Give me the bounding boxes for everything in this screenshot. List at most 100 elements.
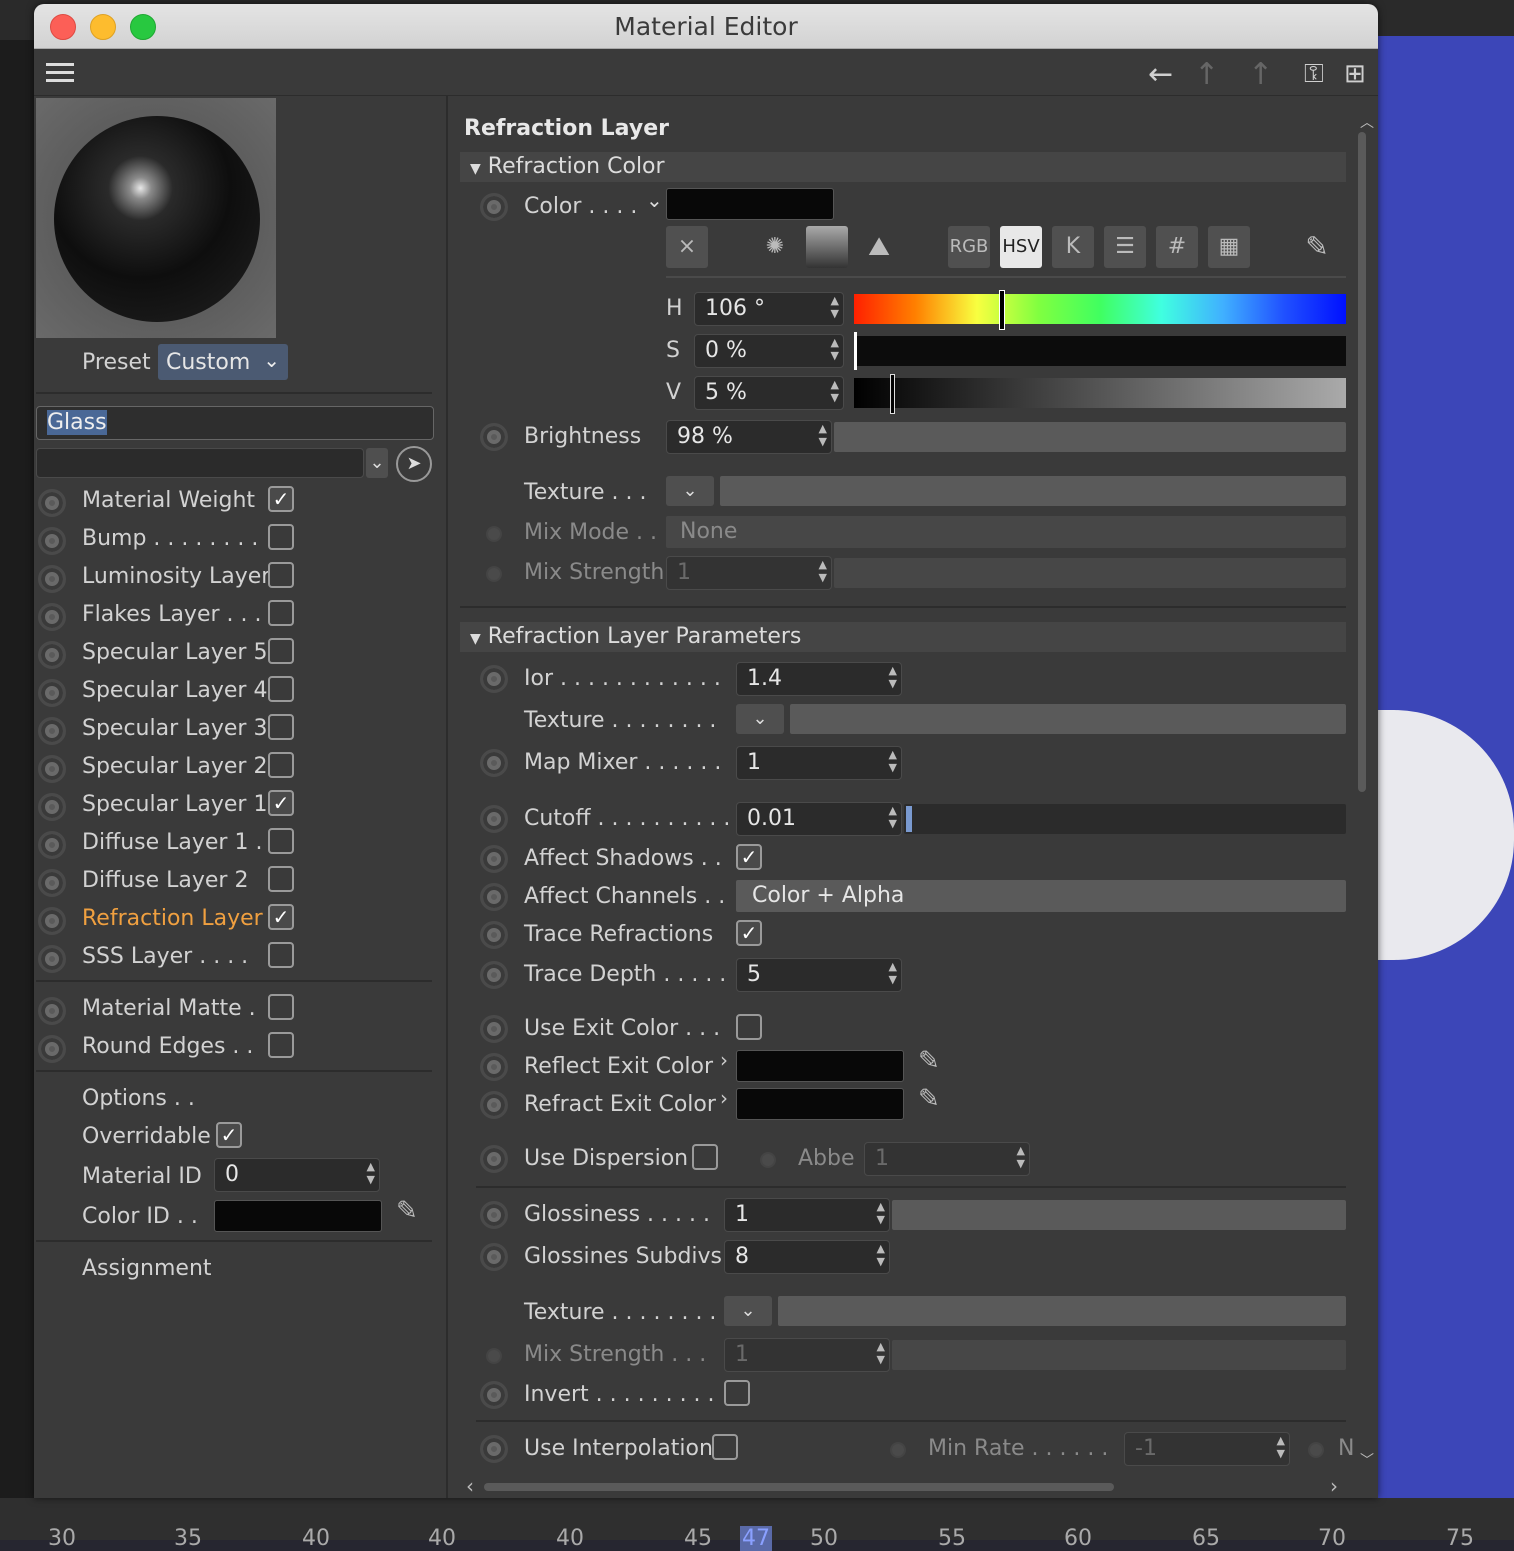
animate-radio[interactable] bbox=[480, 423, 508, 451]
animate-radio[interactable] bbox=[480, 1091, 508, 1119]
stepper-icon[interactable]: ▲ ▼ bbox=[877, 1242, 885, 1268]
stepper-icon[interactable]: ▲ ▼ bbox=[1017, 1144, 1025, 1170]
refraction-params-section[interactable]: ▼ Refraction Layer Parameters bbox=[460, 622, 1346, 652]
material-name-input[interactable]: Glass bbox=[36, 406, 434, 440]
eyedropper-icon[interactable]: ✎ bbox=[918, 1084, 940, 1114]
animate-radio[interactable] bbox=[480, 749, 508, 777]
animate-radio[interactable] bbox=[480, 883, 508, 911]
channel-checkbox[interactable] bbox=[268, 994, 294, 1020]
channel-label[interactable]: Round Edges . . bbox=[82, 1034, 253, 1059]
affect-shadows-checkbox[interactable]: ✓ bbox=[736, 844, 762, 870]
animate-radio[interactable] bbox=[38, 997, 66, 1025]
animate-radio[interactable] bbox=[38, 679, 66, 707]
channel-label[interactable]: Specular Layer 5 bbox=[82, 640, 267, 665]
animate-radio[interactable] bbox=[480, 193, 508, 221]
scroll-down-icon[interactable]: ﹀ bbox=[1360, 1450, 1374, 1470]
hue-slider[interactable] bbox=[854, 290, 1346, 330]
scroll-up-icon[interactable]: ︿ bbox=[1360, 112, 1374, 132]
use-dispersion-checkbox[interactable] bbox=[692, 1144, 718, 1170]
eyedropper-icon[interactable]: ✎ bbox=[1296, 226, 1338, 268]
channel-label[interactable]: SSS Layer . . . . bbox=[82, 944, 248, 969]
mix-strength-input[interactable]: 1 ▲ ▼ bbox=[666, 556, 832, 590]
stepper-icon[interactable]: ▲ ▼ bbox=[889, 748, 897, 774]
color-mixer-icon[interactable]: ⨯ bbox=[666, 226, 708, 268]
reflect-exit-color-swatch[interactable] bbox=[736, 1050, 904, 1082]
material-preview[interactable] bbox=[36, 98, 276, 338]
preset-dropdown[interactable]: Custom ⌄ bbox=[158, 344, 288, 380]
refraction-color-swatch[interactable] bbox=[666, 188, 834, 220]
title-bar[interactable]: Material Editor bbox=[34, 4, 1378, 49]
map-mixer-input[interactable]: 1 ▲ ▼ bbox=[736, 746, 902, 780]
animate-radio[interactable] bbox=[480, 1053, 508, 1081]
new-panel-icon[interactable]: ⊞ bbox=[1344, 59, 1366, 89]
animate-radio[interactable] bbox=[480, 1145, 508, 1173]
min-rate-input[interactable]: -1 ▲ ▼ bbox=[1124, 1432, 1290, 1466]
channel-checkbox[interactable] bbox=[268, 752, 294, 778]
cutoff-input[interactable]: 0.01 ▲ ▼ bbox=[736, 802, 902, 836]
up-arrow-icon[interactable]: ↑ bbox=[1194, 57, 1219, 92]
stepper-icon[interactable]: ▲ ▼ bbox=[367, 1160, 375, 1186]
animate-radio[interactable] bbox=[38, 793, 66, 821]
channel-checkbox[interactable]: ✓ bbox=[268, 904, 294, 930]
pointer-icon[interactable]: ➤ bbox=[396, 446, 432, 482]
channel-label[interactable]: Refraction Layer bbox=[82, 906, 263, 931]
back-arrow-icon[interactable]: ← bbox=[1148, 57, 1173, 92]
animate-radio[interactable] bbox=[38, 641, 66, 669]
glossiness-input[interactable]: 1 ▲ ▼ bbox=[724, 1198, 890, 1232]
animate-radio[interactable] bbox=[480, 961, 508, 989]
channel-checkbox[interactable]: ✓ bbox=[268, 486, 294, 512]
animate-radio[interactable] bbox=[38, 1035, 66, 1063]
channel-checkbox[interactable] bbox=[268, 524, 294, 550]
channel-checkbox[interactable] bbox=[268, 1032, 294, 1058]
texture-dropdown[interactable]: ⌄ bbox=[736, 704, 784, 734]
channel-label[interactable]: Specular Layer 2 bbox=[82, 754, 267, 779]
affect-channels-dropdown[interactable]: Color + Alpha bbox=[736, 880, 1346, 912]
swatches-icon[interactable]: ▦ bbox=[1208, 226, 1250, 268]
abbe-input[interactable]: 1 ▲ ▼ bbox=[864, 1142, 1030, 1176]
animate-radio[interactable] bbox=[1308, 1442, 1324, 1458]
glossiness-subdivs-input[interactable]: 8 ▲ ▼ bbox=[724, 1240, 890, 1274]
texture-dropdown[interactable]: ⌄ bbox=[724, 1296, 772, 1326]
mode-rgb-button[interactable]: RGB bbox=[948, 226, 990, 268]
stepper-icon[interactable]: ▲ ▼ bbox=[831, 378, 839, 404]
animate-radio[interactable] bbox=[480, 1243, 508, 1271]
channel-label[interactable]: Luminosity Layer bbox=[82, 564, 270, 589]
ior-input[interactable]: 1.4 ▲ ▼ bbox=[736, 662, 902, 696]
channel-label[interactable]: Diffuse Layer 1 . bbox=[82, 830, 262, 855]
channel-checkbox[interactable] bbox=[268, 866, 294, 892]
scroll-left-icon[interactable]: ‹ bbox=[466, 1474, 474, 1498]
texture-slot[interactable] bbox=[790, 704, 1346, 734]
animate-radio[interactable] bbox=[38, 907, 66, 935]
channel-checkbox[interactable] bbox=[268, 676, 294, 702]
lock-icon[interactable]: ⚿ bbox=[1304, 59, 1324, 90]
scroll-right-icon[interactable]: › bbox=[1330, 1474, 1338, 1498]
mode-mixing-icon[interactable]: ☰ bbox=[1104, 226, 1146, 268]
value-slider-handle[interactable] bbox=[890, 374, 895, 414]
animate-radio[interactable] bbox=[480, 1435, 508, 1463]
channel-checkbox[interactable] bbox=[268, 600, 294, 626]
animate-radio[interactable] bbox=[480, 665, 508, 693]
stepper-icon[interactable]: ▲ ▼ bbox=[831, 294, 839, 320]
animate-radio[interactable] bbox=[486, 1348, 502, 1364]
animate-radio[interactable] bbox=[486, 566, 502, 582]
channel-checkbox[interactable] bbox=[268, 562, 294, 588]
animate-radio[interactable] bbox=[38, 489, 66, 517]
horizontal-scrollbar[interactable] bbox=[484, 1483, 1114, 1491]
stepper-icon[interactable]: ▲ ▼ bbox=[877, 1340, 885, 1366]
stepper-icon[interactable]: ▲ ▼ bbox=[889, 664, 897, 690]
eyedropper-icon[interactable]: ✎ bbox=[918, 1046, 940, 1076]
color-wheel-icon[interactable]: ✺ bbox=[754, 226, 796, 268]
channel-checkbox[interactable] bbox=[268, 828, 294, 854]
use-exit-color-checkbox[interactable] bbox=[736, 1014, 762, 1040]
animate-radio[interactable] bbox=[38, 717, 66, 745]
mode-hex-button[interactable]: # bbox=[1156, 226, 1198, 268]
animate-radio[interactable] bbox=[480, 845, 508, 873]
channel-label[interactable]: Specular Layer 1 bbox=[82, 792, 267, 817]
assignment-label[interactable]: Assignment bbox=[82, 1256, 212, 1281]
animate-radio[interactable] bbox=[480, 921, 508, 949]
channel-checkbox[interactable] bbox=[268, 714, 294, 740]
animate-radio[interactable] bbox=[38, 755, 66, 783]
channel-checkbox[interactable]: ✓ bbox=[268, 790, 294, 816]
glossiness-slider[interactable] bbox=[892, 1200, 1346, 1230]
stepper-icon[interactable]: ▲ ▼ bbox=[831, 336, 839, 362]
